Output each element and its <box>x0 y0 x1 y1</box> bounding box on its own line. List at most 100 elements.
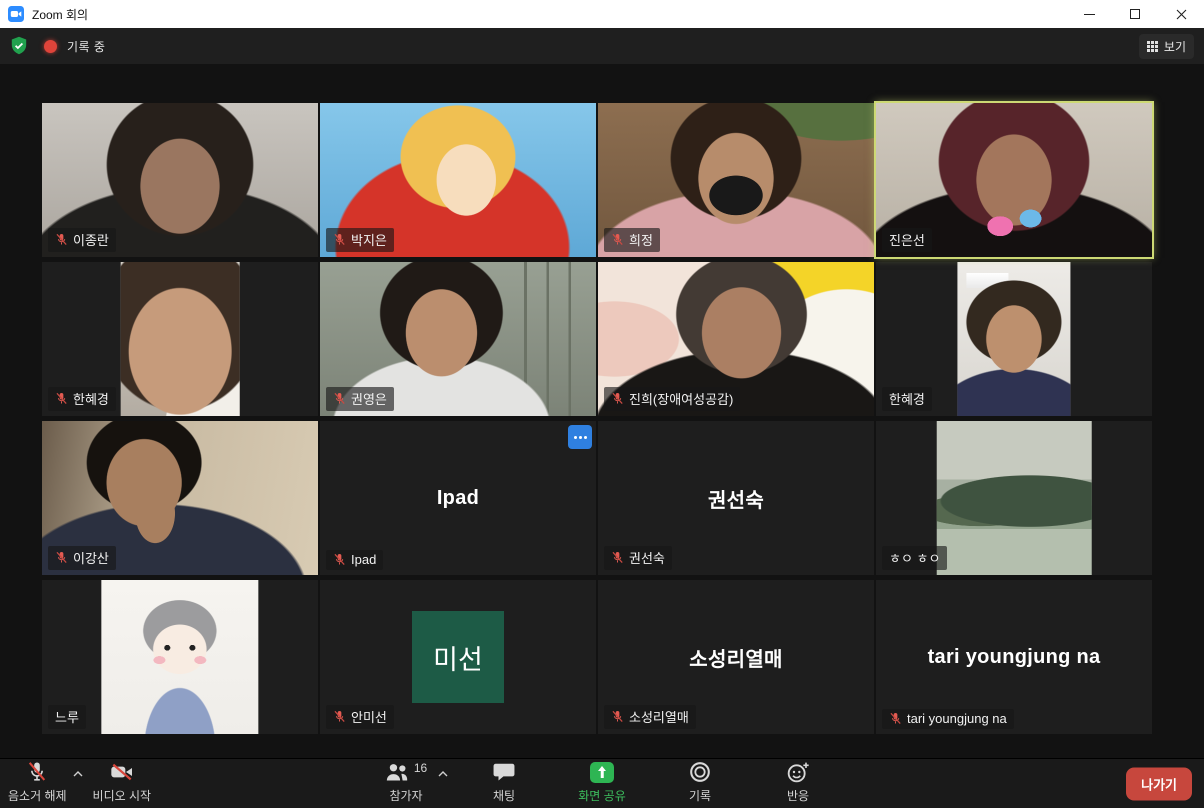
record-label: 기록 <box>689 787 711 804</box>
participant-name-label: 진은선 <box>882 228 932 252</box>
participant-name: 박지은 <box>351 230 387 249</box>
maximize-button[interactable] <box>1112 0 1158 28</box>
participant-name-label: 한혜경 <box>882 387 932 411</box>
participant-tile[interactable]: 이강산 <box>42 421 318 575</box>
video-grid: 이종란 박지은 희정 진은선한혜경 권영은 진희(장애여성공감) 한혜경이강산 IpadIpa… <box>42 103 1152 734</box>
participant-tile[interactable]: tari youngjung natari youngjung na <box>876 580 1152 734</box>
participant-video <box>937 421 1092 575</box>
muted-mic-icon <box>889 712 902 725</box>
muted-mic-icon <box>333 710 346 723</box>
participant-name: 진희(장애여성공감) <box>629 389 733 408</box>
muted-mic-icon <box>611 392 624 405</box>
unmute-button[interactable]: 음소거 해제 <box>8 761 67 804</box>
record-button[interactable]: 기록 <box>674 761 726 804</box>
view-button[interactable]: 보기 <box>1139 34 1194 59</box>
participant-name: 소성리열매 <box>629 707 689 726</box>
reactions-button[interactable]: 반응 <box>772 761 824 804</box>
participant-name-label: 희정 <box>604 228 660 252</box>
window-title: Zoom 회의 <box>32 6 88 23</box>
participant-name-label: 이종란 <box>48 228 116 252</box>
participant-tile[interactable]: ㅎㅇ ㅎㅇ <box>876 421 1152 575</box>
view-button-label: 보기 <box>1164 38 1186 55</box>
muted-mic-icon <box>611 551 624 564</box>
titlebar: Zoom 회의 <box>0 0 1204 28</box>
participant-name-label: 권선숙 <box>604 546 672 570</box>
participant-tile[interactable]: 이종란 <box>42 103 318 257</box>
participant-name: 이강산 <box>73 548 109 567</box>
close-button[interactable] <box>1158 0 1204 28</box>
participants-button[interactable]: 16 참가자 <box>380 761 432 804</box>
muted-mic-icon <box>333 233 346 246</box>
zoom-app-icon <box>8 6 24 22</box>
participant-name: 안미선 <box>351 707 387 726</box>
share-screen-label: 화면 공유 <box>578 787 626 804</box>
chat-icon <box>493 761 515 783</box>
participant-name: 권영은 <box>351 389 387 408</box>
participant-tile[interactable]: 진희(장애여성공감) <box>598 262 874 416</box>
grid-view-icon <box>1147 41 1158 52</box>
participant-name-label: ㅎㅇ ㅎㅇ <box>882 546 947 570</box>
participant-name-label: 진희(장애여성공감) <box>604 387 740 411</box>
participant-name: tari youngjung na <box>907 711 1007 726</box>
participant-name-label: 박지은 <box>326 228 394 252</box>
zoom-window: Zoom 회의 기록 중 보기 이종란박지은희정진은선한혜경권영은진희(장애여성… <box>0 0 1204 64</box>
video-off-icon <box>110 761 134 783</box>
muted-mic-icon <box>27 761 47 783</box>
participant-name: 한혜경 <box>73 389 109 408</box>
chat-label: 채팅 <box>493 787 515 804</box>
participant-name-label: 느루 <box>48 705 86 729</box>
start-video-button[interactable]: 비디오 시작 <box>93 761 152 804</box>
share-screen-button[interactable]: 화면 공유 <box>576 761 628 804</box>
muted-mic-icon <box>333 553 346 566</box>
muted-mic-icon <box>55 392 68 405</box>
participant-tile[interactable]: 진은선 <box>876 103 1152 257</box>
muted-mic-icon <box>55 233 68 246</box>
participants-icon <box>385 762 409 782</box>
participant-tile[interactable]: 권선숙권선숙 <box>598 421 874 575</box>
participant-name-label: 한혜경 <box>48 387 116 411</box>
participant-name: 느루 <box>55 707 79 726</box>
participant-video <box>957 262 1070 416</box>
chat-button[interactable]: 채팅 <box>478 761 530 804</box>
participant-tile[interactable]: 소성리열매소성리열매 <box>598 580 874 734</box>
participant-name-label: 권영은 <box>326 387 394 411</box>
start-video-label: 비디오 시작 <box>93 787 152 804</box>
participant-tile[interactable]: 권영은 <box>320 262 596 416</box>
participant-name: 권선숙 <box>629 548 665 567</box>
participant-name: 이종란 <box>73 230 109 249</box>
participant-video <box>121 262 240 416</box>
share-screen-icon <box>590 762 614 783</box>
mic-options-chevron-icon[interactable] <box>73 766 83 780</box>
participant-tile[interactable]: IpadIpad <box>320 421 596 575</box>
meeting-toolbar: 음소거 해제 비디오 시작 16 참가자 <box>0 758 1204 808</box>
participant-name: 희정 <box>629 230 653 249</box>
leave-button[interactable]: 나가기 <box>1126 767 1192 800</box>
participant-tile[interactable]: 희정 <box>598 103 874 257</box>
muted-mic-icon <box>611 233 624 246</box>
participant-tile[interactable]: 박지은 <box>320 103 596 257</box>
participant-tile[interactable]: 느루 <box>42 580 318 734</box>
security-shield-icon[interactable] <box>10 36 28 56</box>
recording-label: 기록 중 <box>67 38 105 55</box>
participant-name: ㅎㅇ ㅎㅇ <box>889 548 940 567</box>
participant-name-label: 이강산 <box>48 546 116 570</box>
participants-chevron-icon[interactable] <box>438 766 448 780</box>
maximize-icon <box>1130 9 1140 19</box>
participant-name-label: 안미선 <box>326 705 394 729</box>
minimize-icon <box>1084 14 1095 15</box>
meeting-status-bar: 기록 중 보기 <box>0 28 1204 64</box>
participant-name: 진은선 <box>889 230 925 249</box>
more-options-badge[interactable] <box>568 425 592 449</box>
participant-name-label: tari youngjung na <box>882 709 1014 729</box>
participant-name: Ipad <box>351 552 376 567</box>
participant-tile[interactable]: 미선안미선 <box>320 580 596 734</box>
participant-tile[interactable]: 한혜경 <box>42 262 318 416</box>
muted-mic-icon <box>611 710 624 723</box>
muted-mic-icon <box>55 551 68 564</box>
minimize-button[interactable] <box>1066 0 1112 28</box>
record-icon <box>689 761 711 783</box>
muted-mic-icon <box>333 392 346 405</box>
participant-name: 한혜경 <box>889 389 925 408</box>
participant-video <box>101 580 258 734</box>
participant-tile[interactable]: 한혜경 <box>876 262 1152 416</box>
